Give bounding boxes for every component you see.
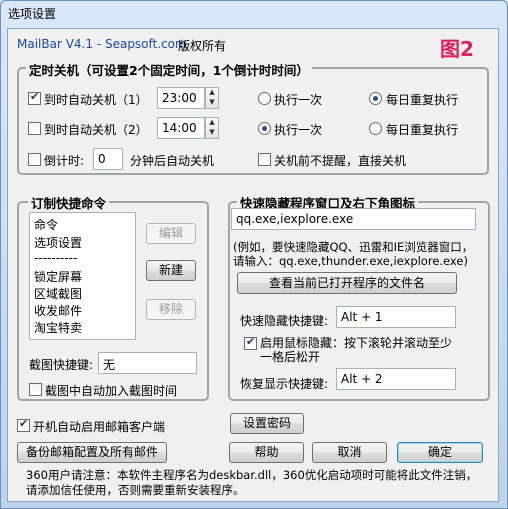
countdown-minutes-input[interactable]: 0 xyxy=(93,148,123,170)
programs-input[interactable]: qq.exe,iexplore.exe xyxy=(231,208,476,230)
screenshot-hotkey-input[interactable]: 无 xyxy=(98,352,197,374)
spin-up-icon[interactable]: ▲ xyxy=(206,118,218,128)
spin-down-icon[interactable]: ▼ xyxy=(206,98,218,108)
remove-command-button[interactable]: 移除 xyxy=(146,299,196,320)
list-item[interactable]: 锁定屏幕 xyxy=(34,268,82,285)
shutdown1-once-label: 执行一次 xyxy=(274,93,323,107)
autostart-label: 开机自动启用邮箱客户端 xyxy=(33,420,166,434)
shutdown1-checkbox[interactable] xyxy=(28,90,41,105)
restore-hotkey-input[interactable]: Alt + 2 xyxy=(336,368,456,390)
window-title: 选项设置 xyxy=(8,7,57,21)
cancel-button[interactable]: 取消 xyxy=(312,442,387,463)
no-prompt-checkbox[interactable] xyxy=(258,153,271,166)
shutdown1-once-radio[interactable] xyxy=(258,92,271,105)
shutdown2-daily-radio[interactable] xyxy=(369,122,382,135)
list-header: 命令 xyxy=(34,218,59,232)
list-item[interactable]: 淘宝特卖 xyxy=(34,319,82,336)
screenshot-hotkey-label: 截图快捷键: xyxy=(29,358,94,372)
mouse-hide-checkbox[interactable] xyxy=(244,335,257,350)
auto-add-time-checkbox[interactable] xyxy=(29,383,42,396)
shutdown2-checkbox[interactable] xyxy=(28,122,41,135)
commands-group-title: 订制快捷命令 xyxy=(28,193,110,212)
shutdown2-once-radio[interactable] xyxy=(258,122,271,135)
shutdown2-once-label: 执行一次 xyxy=(274,123,323,137)
shutdown1-time-input[interactable]: 23:00 xyxy=(157,87,205,109)
hide-hotkey-input[interactable]: Alt + 1 xyxy=(336,306,456,328)
countdown-suffix: 分钟后自动关机 xyxy=(130,154,215,168)
ok-button[interactable]: 确定 xyxy=(397,442,483,463)
mouse-hide-label-line2: 一格后松开 xyxy=(260,350,321,364)
shutdown1-time-spinner[interactable]: ▲ ▼ xyxy=(205,87,219,109)
spin-up-icon[interactable]: ▲ xyxy=(206,88,218,98)
shutdown2-daily-label: 每日重复执行 xyxy=(386,123,459,137)
restore-hotkey-label: 恢复显示快捷键: xyxy=(240,377,329,391)
note-line1: 360用户请注意：本软件主程序名为deskbar.dll，360优化启动项时可能… xyxy=(26,468,478,482)
note-text: 360用户请注意：本软件主程序名为deskbar.dll，360优化启动项时可能… xyxy=(26,468,496,498)
shutdown1-daily-label: 每日重复执行 xyxy=(386,93,459,107)
help-button[interactable]: 帮助 xyxy=(229,442,304,463)
autostart-checkbox[interactable] xyxy=(17,417,30,432)
list-item[interactable]: 选项设置 xyxy=(34,234,82,251)
list-item-separator[interactable]: ---------- xyxy=(34,251,77,265)
commands-list[interactable]: 命令 选项设置 ---------- 锁定屏幕 区域截图 收发邮件 淘宝特卖 xyxy=(29,212,136,340)
edit-command-button[interactable]: 编辑 xyxy=(146,223,196,244)
no-prompt-label: 关机前不提醒，直接关机 xyxy=(274,154,407,168)
set-password-button[interactable]: 设置密码 xyxy=(230,413,304,434)
figure-label: 图2 xyxy=(440,37,474,61)
view-open-programs-button[interactable]: 查看当前已打开程序的文件名 xyxy=(237,272,457,294)
new-command-button[interactable]: 新建 xyxy=(146,260,196,281)
backup-button[interactable]: 备份邮箱配置及所有邮件 xyxy=(17,442,167,463)
shutdown2-time-spinner[interactable]: ▲ ▼ xyxy=(205,117,219,139)
countdown-label: 倒计时: xyxy=(44,154,85,168)
shutdown1-daily-radio[interactable] xyxy=(369,92,382,105)
app-name-link[interactable]: MailBar V4.1 - Seapsoft.com xyxy=(17,37,187,51)
note-line2: 请添加信任使用，否则需要重新安装程序。 xyxy=(26,483,245,497)
countdown-checkbox[interactable] xyxy=(28,153,41,166)
list-item[interactable]: 区域截图 xyxy=(34,285,82,302)
shutdown-group-title: 定时关机（可设置2个固定时间，1个倒计时时间） xyxy=(26,60,312,79)
hint-line2: 请输入：qq.exe,thunder.exe,iexplore.exe) xyxy=(233,254,468,268)
shutdown2-label: 到时自动关机（2） xyxy=(44,123,148,137)
list-item[interactable]: 收发邮件 xyxy=(34,302,82,319)
copyright-text: 版权所有 xyxy=(178,39,227,53)
shutdown2-time-input[interactable]: 14:00 xyxy=(157,117,205,139)
auto-add-time-label: 截图中自动加入截图时间 xyxy=(45,384,178,398)
hide-hotkey-label: 快速隐藏快捷键: xyxy=(240,314,329,328)
spin-down-icon[interactable]: ▼ xyxy=(206,128,218,138)
shutdown1-label: 到时自动关机（1） xyxy=(44,93,148,107)
